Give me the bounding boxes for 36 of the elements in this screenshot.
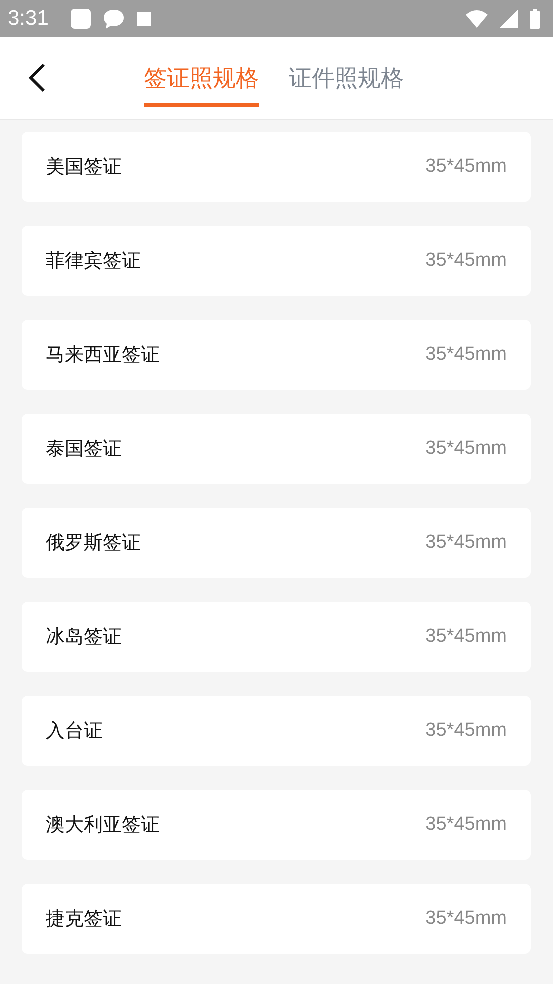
app-icon <box>136 10 152 26</box>
spec-name: 泰国签证 <box>46 437 122 462</box>
spec-card[interactable]: 菲律宾签证 35*45mm <box>22 226 531 296</box>
spec-card[interactable]: 马来西亚签证 35*45mm <box>22 320 531 390</box>
signal-icon <box>499 8 519 28</box>
spec-card[interactable]: 美国签证 35*45mm <box>22 132 531 202</box>
wifi-icon <box>465 8 489 28</box>
message-icon <box>102 8 126 30</box>
tab[interactable]: 证件照规格 <box>289 37 404 119</box>
spec-name: 入台证 <box>46 719 103 744</box>
spec-size: 35*45mm <box>426 814 507 836</box>
spec-name: 冰岛签证 <box>46 625 122 650</box>
spec-name: 菲律宾签证 <box>46 249 141 274</box>
spec-card[interactable]: 泰国签证 35*45mm <box>22 414 531 484</box>
spec-size: 35*45mm <box>426 156 507 178</box>
spec-card[interactable]: 入台证 35*45mm <box>22 696 531 766</box>
notification-icon <box>70 8 92 30</box>
status-time: 3:31 <box>8 6 50 30</box>
spec-card[interactable]: 俄罗斯签证 35*45mm <box>22 508 531 578</box>
spec-size: 35*45mm <box>426 720 507 742</box>
spec-name: 美国签证 <box>46 155 122 180</box>
spec-card[interactable]: 冰岛签证 35*45mm <box>22 602 531 672</box>
spec-name: 俄罗斯签证 <box>46 531 141 556</box>
spec-size: 35*45mm <box>426 438 507 460</box>
spec-name: 马来西亚签证 <box>46 343 160 368</box>
spec-card[interactable]: 捷克签证 35*45mm <box>22 884 531 954</box>
spec-size: 35*45mm <box>426 626 507 648</box>
spec-name: 捷克签证 <box>46 907 122 932</box>
spec-size: 35*45mm <box>426 250 507 272</box>
spec-size: 35*45mm <box>426 344 507 366</box>
spec-card[interactable]: 澳大利亚签证 35*45mm <box>22 790 531 860</box>
back-icon[interactable] <box>26 62 48 94</box>
spec-name: 澳大利亚签证 <box>46 813 160 838</box>
spec-size: 35*45mm <box>426 908 507 930</box>
spec-size: 35*45mm <box>426 532 507 554</box>
battery-icon <box>529 8 541 30</box>
